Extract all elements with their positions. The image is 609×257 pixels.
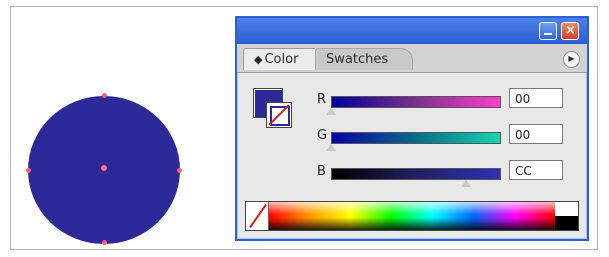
channel-label-g: G	[317, 128, 328, 143]
close-icon: ×	[565, 23, 576, 38]
tab-color-label: Color	[264, 52, 299, 67]
stroke-swatch[interactable]	[266, 102, 292, 128]
panel-menu-arrow-icon[interactable]: ▶	[563, 51, 580, 68]
color-panel: × ◆ Color Swatches ▶ R 00 G 00 B CC	[235, 16, 589, 241]
anchor-point-right[interactable]	[177, 168, 182, 173]
blue-ramp[interactable]	[331, 168, 501, 180]
close-button[interactable]: ×	[561, 22, 579, 40]
minimize-button[interactable]	[539, 22, 557, 40]
channel-label-r: R	[317, 92, 327, 107]
channel-label-b: B	[317, 164, 326, 179]
minimize-icon	[544, 33, 552, 35]
tab-swatches-label: Swatches	[326, 52, 389, 67]
red-slider-thumb[interactable]	[326, 108, 336, 115]
panel-tabs: ◆ Color Swatches ▶	[237, 44, 587, 73]
none-swatch-icon[interactable]	[246, 202, 269, 230]
none-slash-icon	[249, 203, 267, 229]
anchor-point-top[interactable]	[102, 93, 107, 98]
tab-diamond-icon: ◆	[254, 53, 263, 66]
red-ramp[interactable]	[331, 96, 501, 108]
anchor-point-bottom[interactable]	[102, 240, 107, 245]
none-slash-icon	[268, 104, 290, 126]
green-value-field[interactable]: 00	[509, 124, 563, 144]
panel-titlebar[interactable]: ×	[237, 18, 587, 44]
tab-swatches[interactable]: Swatches	[315, 48, 413, 70]
center-point-icon	[101, 165, 107, 171]
red-value-field[interactable]: 00	[509, 88, 563, 108]
blue-slider-thumb[interactable]	[461, 180, 471, 187]
spectrum-ramp[interactable]	[269, 202, 555, 230]
green-slider-thumb[interactable]	[326, 144, 336, 151]
anchor-point-left[interactable]	[26, 168, 31, 173]
color-spectrum	[245, 201, 579, 231]
black-white-swatch[interactable]	[555, 202, 578, 230]
green-ramp[interactable]	[331, 132, 501, 144]
tab-color[interactable]: ◆ Color	[243, 48, 317, 70]
blue-value-field[interactable]: CC	[509, 160, 563, 180]
